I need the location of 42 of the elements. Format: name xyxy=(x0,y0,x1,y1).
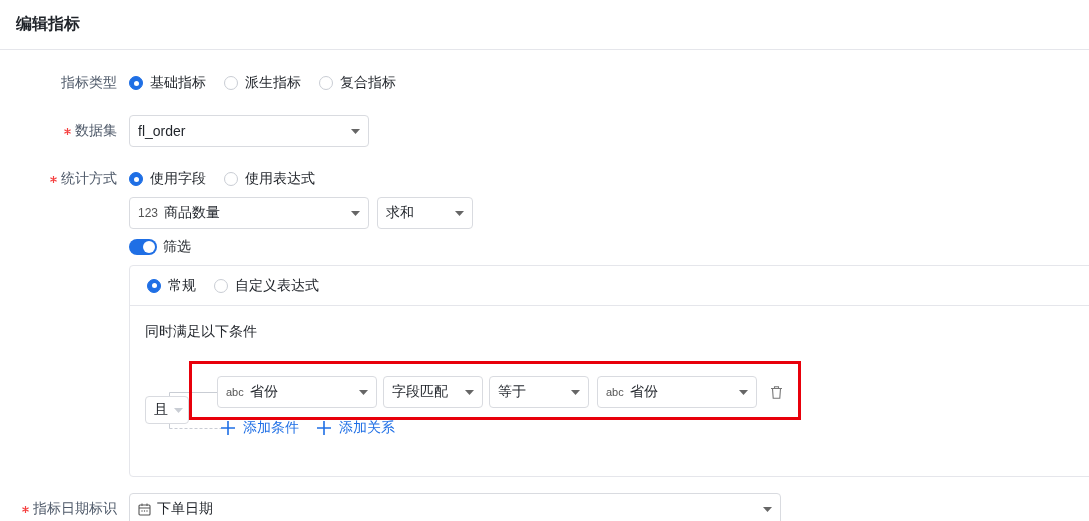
caret-icon xyxy=(351,210,360,216)
field-label: 数据集 xyxy=(75,122,117,140)
caret-icon xyxy=(359,389,368,395)
caret-icon xyxy=(739,389,748,395)
select-field[interactable]: abc 省份 xyxy=(217,376,377,408)
radio-option[interactable]: 自定义表达式 xyxy=(214,276,319,295)
radio-option[interactable]: 常规 xyxy=(147,276,196,295)
trash-icon[interactable] xyxy=(771,385,782,399)
plus-icon xyxy=(317,421,331,435)
radio-option[interactable]: 复合指标 xyxy=(319,74,396,92)
field-label: 统计方式 xyxy=(61,170,117,188)
add-link[interactable]: 添加关系 xyxy=(317,419,395,437)
calendar-icon xyxy=(138,502,151,516)
radio-option[interactable]: 使用字段 xyxy=(129,170,206,188)
caret-icon xyxy=(351,128,360,134)
select-field[interactable]: fl_order xyxy=(129,115,369,147)
radio-icon[interactable] xyxy=(129,172,143,186)
radio-option[interactable]: 使用表达式 xyxy=(224,170,315,188)
field-label: 指标日期标识 xyxy=(33,500,117,518)
toggle-label: 筛选 xyxy=(163,238,191,256)
page-title: 编辑指标 xyxy=(16,14,80,34)
caret-icon xyxy=(465,389,474,395)
select-field[interactable]: 下单日期 xyxy=(129,493,781,521)
caret-icon xyxy=(455,210,464,216)
radio-option[interactable]: 基础指标 xyxy=(129,74,206,92)
logic-select[interactable]: 且 xyxy=(145,396,189,424)
caret-icon xyxy=(571,389,580,395)
radio-option[interactable]: 派生指标 xyxy=(224,74,301,92)
select-field[interactable]: 求和 xyxy=(377,197,473,229)
select-field[interactable]: abc 省份 xyxy=(597,376,757,408)
select-field[interactable]: 等于 xyxy=(489,376,589,408)
radio-icon[interactable] xyxy=(129,76,143,90)
add-link[interactable]: 添加条件 xyxy=(221,419,299,437)
toggle-switch[interactable] xyxy=(129,239,157,255)
field-label: 指标类型 xyxy=(61,74,117,92)
condition-hint: 同时满足以下条件 xyxy=(145,323,258,339)
caret-icon xyxy=(763,506,772,512)
select-field[interactable]: 123 商品数量 xyxy=(129,197,369,229)
caret-icon xyxy=(174,407,183,413)
select-field[interactable]: 字段匹配 xyxy=(383,376,483,408)
radio-icon[interactable] xyxy=(147,278,161,293)
plus-icon xyxy=(221,421,235,435)
